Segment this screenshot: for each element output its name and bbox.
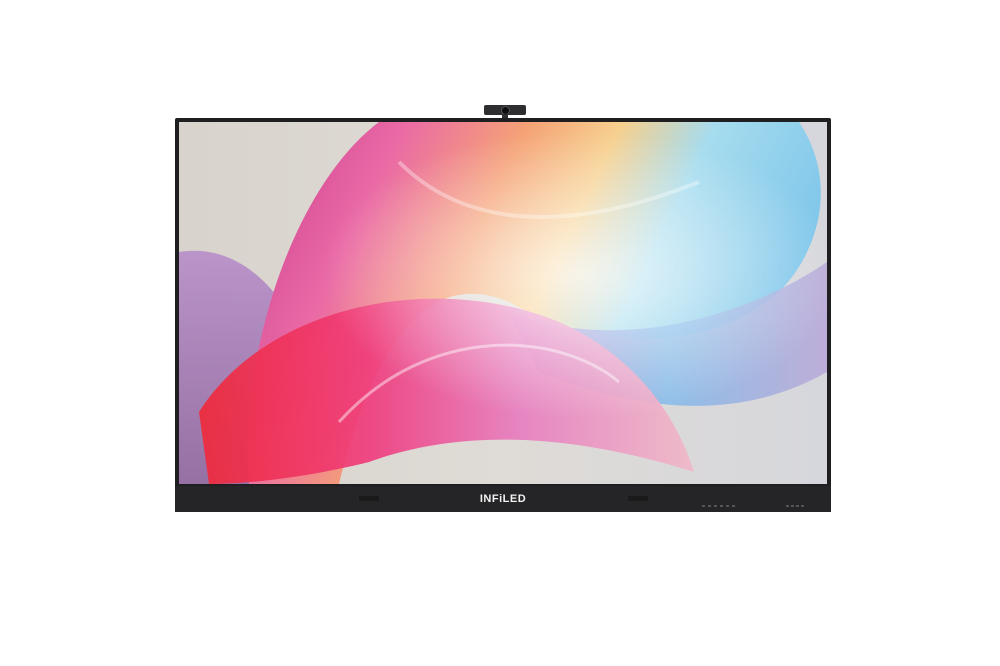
bottom-bezel: INFiLED — [175, 486, 831, 512]
port-strip — [786, 505, 806, 507]
button-icon[interactable] — [702, 505, 738, 507]
brand-logo: INFiLED — [479, 493, 527, 505]
led-display: INFiLED — [175, 118, 831, 512]
speaker-icon — [628, 496, 648, 501]
display-screen — [179, 122, 827, 484]
abstract-wallpaper — [179, 122, 827, 484]
